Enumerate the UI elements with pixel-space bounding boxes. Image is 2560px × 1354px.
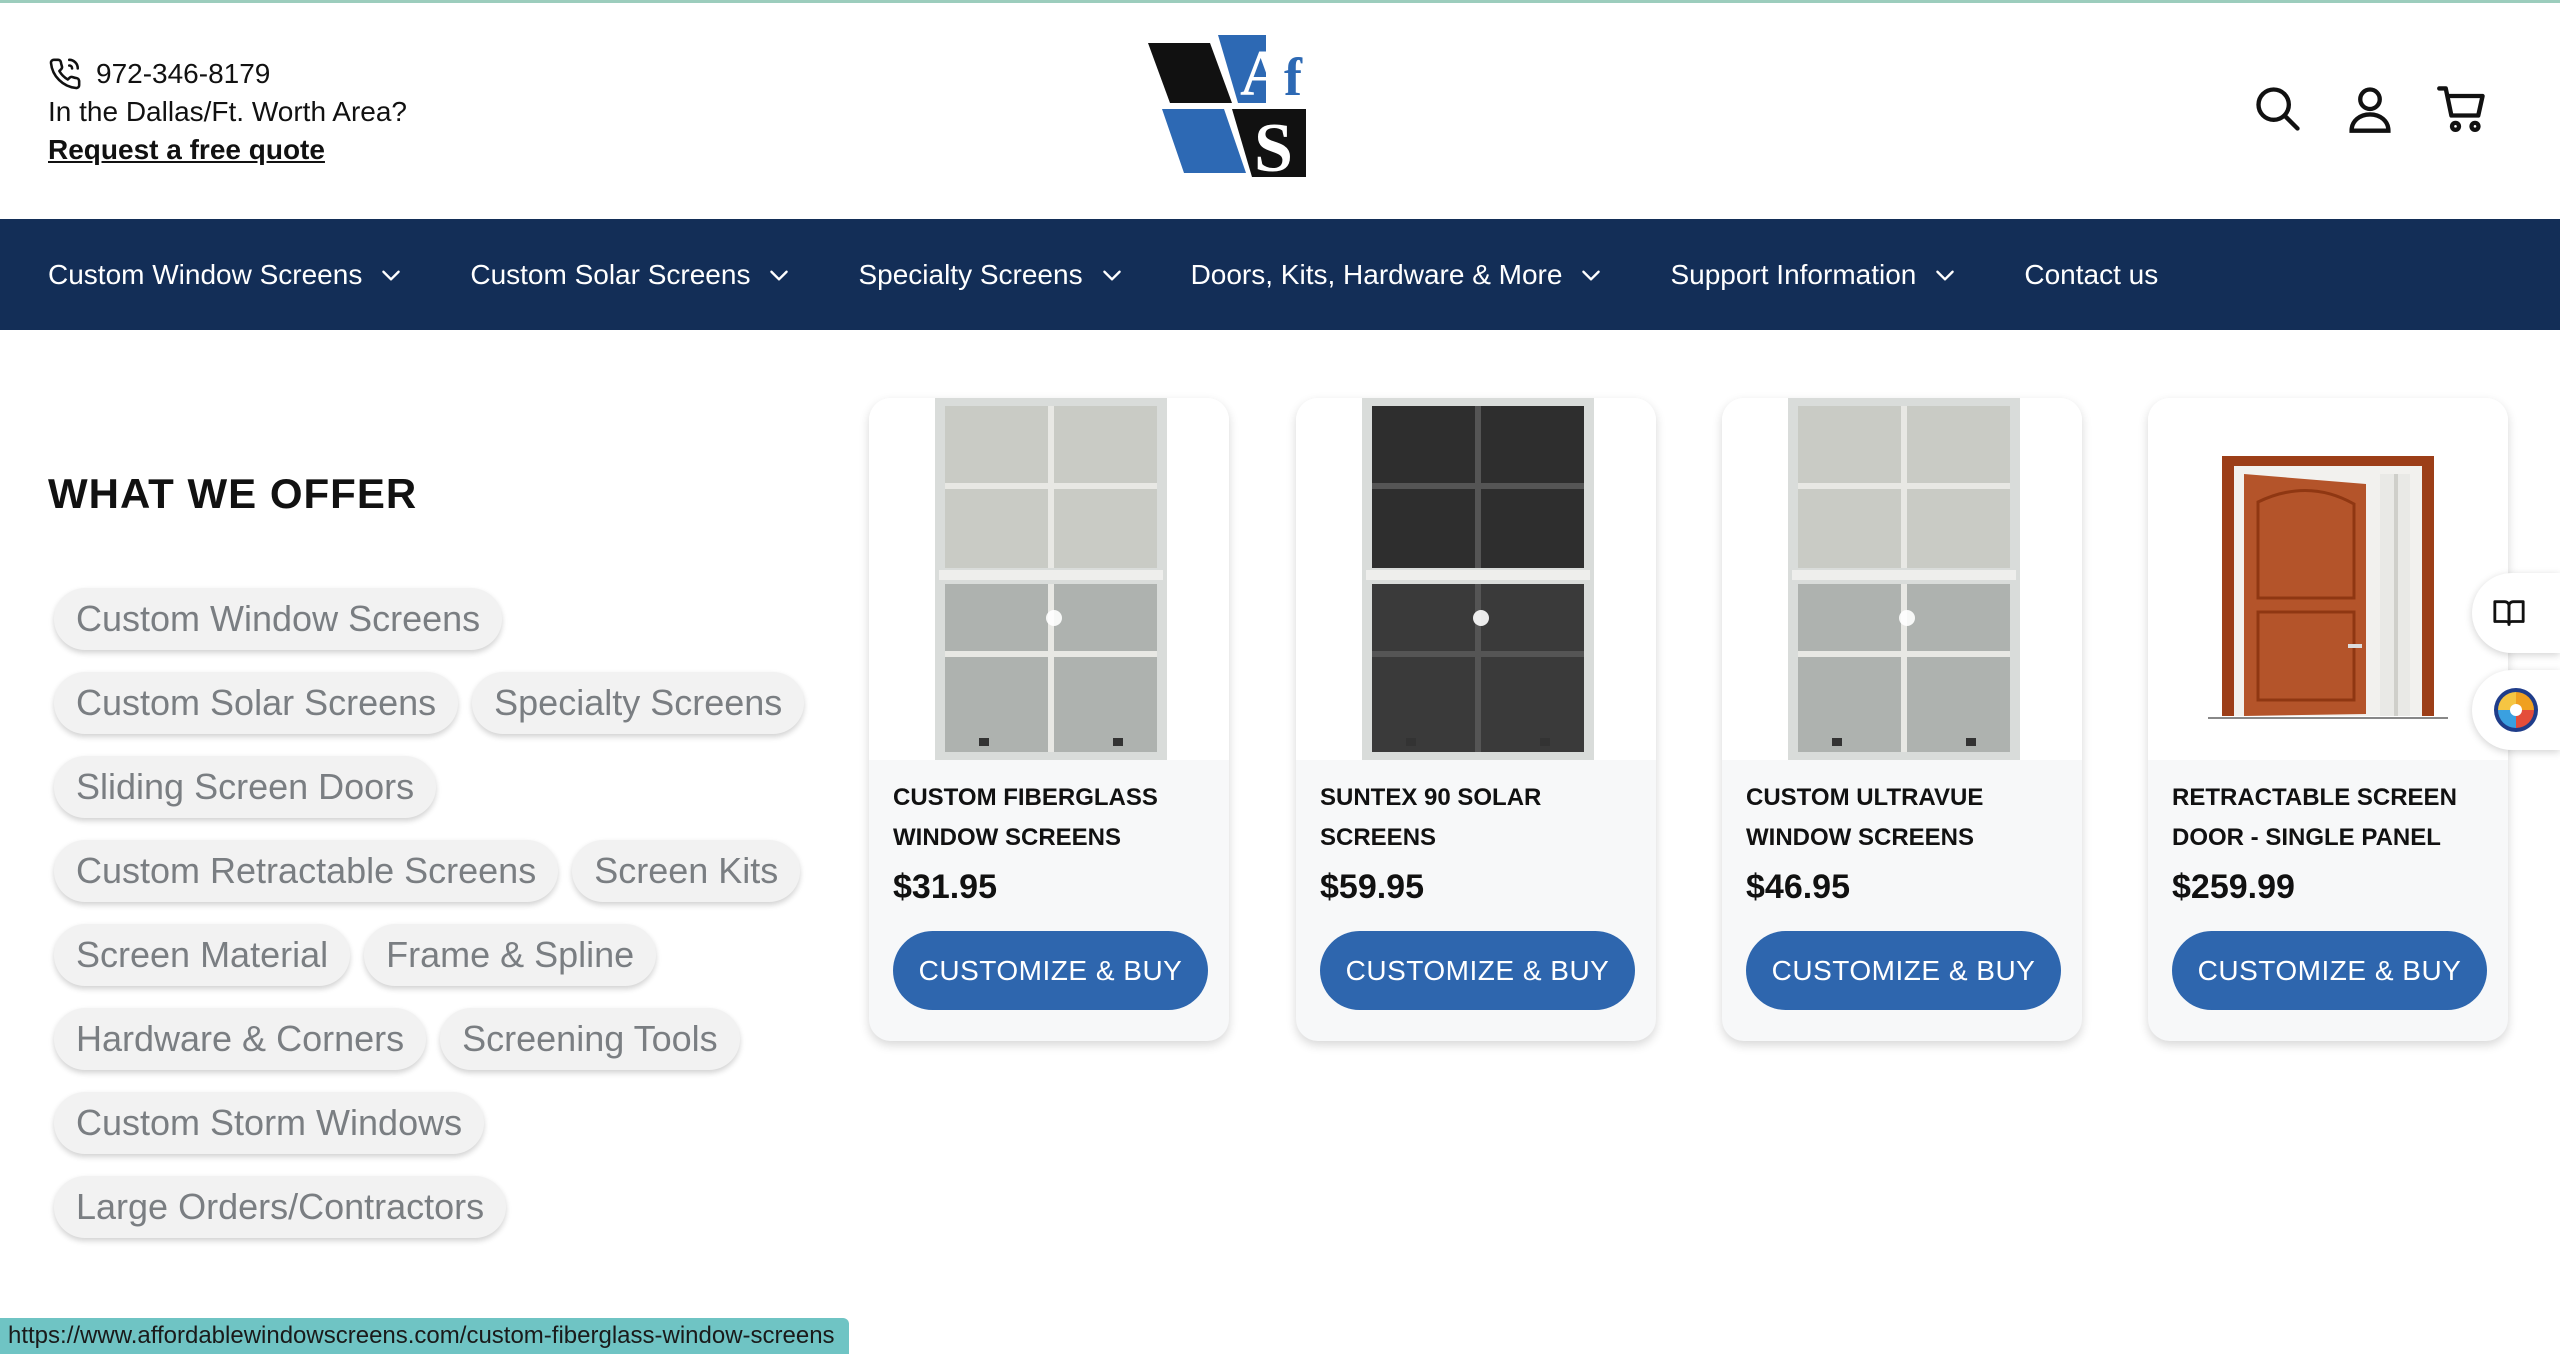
product-card[interactable]: RETRACTABLE SCREEN DOOR - SINGLE PANEL $2… bbox=[2148, 398, 2508, 1041]
pill-row: Sliding Screen Doors bbox=[54, 756, 834, 818]
pill-row: Screen Material Frame & Spline bbox=[54, 924, 834, 986]
offer-pill[interactable]: Large Orders/Contractors bbox=[54, 1176, 507, 1238]
nav-item-label: Doors, Kits, Hardware & More bbox=[1190, 258, 1563, 290]
nav-item[interactable]: Contact us bbox=[2024, 259, 2158, 291]
offer-pill[interactable]: Custom Retractable Screens bbox=[54, 840, 559, 902]
nav-item-label: Custom Solar Screens bbox=[470, 258, 751, 290]
product-card[interactable]: CUSTOM ULTRAVUE WINDOW SCREENS $46.95 CUST… bbox=[1722, 398, 2082, 1041]
offer-pill[interactable]: Screening Tools bbox=[440, 1008, 740, 1070]
product-image-wrap[interactable] bbox=[2148, 398, 2508, 760]
accessibility-icon bbox=[2494, 688, 2538, 732]
header-icons bbox=[2252, 83, 2488, 135]
cart-icon[interactable] bbox=[2436, 83, 2488, 135]
phone-icon bbox=[49, 58, 81, 90]
pill-row: Custom Storm Windows bbox=[54, 1092, 834, 1154]
site-header: 972-346-8179 In the Dallas/Ft. Worth Are… bbox=[0, 3, 2560, 219]
product-title[interactable]: RETRACTABLE SCREEN DOOR - SINGLE PANEL bbox=[2172, 778, 2492, 858]
chevron-down-icon bbox=[1582, 270, 1601, 281]
product-image-wrap[interactable] bbox=[1722, 398, 2082, 760]
status-bar-url: https://www.affordablewindowscreens.com/… bbox=[0, 1318, 849, 1354]
offer-pill[interactable]: Screen Material bbox=[54, 924, 351, 986]
nav-item[interactable]: Support Information bbox=[1670, 259, 1958, 291]
pill-row: Large Orders/Contractors bbox=[54, 1176, 834, 1238]
product-price: $259.99 bbox=[2172, 868, 2295, 906]
nav-item[interactable]: Doors, Kits, Hardware & More bbox=[1191, 259, 1605, 291]
product-card[interactable]: CUSTOM FIBERGLASS WINDOW SCREENS $31.95 CU… bbox=[869, 398, 1229, 1041]
pill-row: Custom Retractable Screens Screen Kits bbox=[54, 840, 834, 902]
search-icon[interactable] bbox=[2252, 83, 2304, 135]
product-image[interactable] bbox=[1296, 398, 1656, 760]
area-text: In the Dallas/Ft. Worth Area? bbox=[48, 96, 407, 127]
nav-item-label: Specialty Screens bbox=[858, 258, 1083, 290]
chevron-down-icon bbox=[1102, 270, 1121, 281]
customize-buy-button[interactable]: CUSTOMIZE & BUY bbox=[1746, 931, 2061, 1010]
product-title[interactable]: CUSTOM ULTRAVUE WINDOW SCREENS bbox=[1746, 778, 2066, 858]
product-image[interactable] bbox=[1722, 398, 2082, 760]
nav-item[interactable]: Custom Solar Screens bbox=[470, 259, 792, 291]
reader-button[interactable] bbox=[2472, 573, 2560, 653]
phone-number[interactable]: 972-346-8179 bbox=[96, 55, 270, 93]
customize-buy-button[interactable]: CUSTOMIZE & BUY bbox=[1320, 931, 1635, 1010]
what-we-offer-heading: WHAT WE OFFER bbox=[48, 470, 418, 517]
product-title[interactable]: CUSTOM FIBERGLASS WINDOW SCREENS bbox=[893, 778, 1213, 858]
offer-pill[interactable]: Custom Solar Screens bbox=[54, 672, 459, 734]
svg-text:f: f bbox=[1284, 47, 1303, 107]
nav-item[interactable]: Custom Window Screens bbox=[48, 259, 404, 291]
product-image[interactable] bbox=[2148, 398, 2508, 760]
phone-row[interactable]: 972-346-8179 bbox=[48, 55, 407, 93]
contact-block: 972-346-8179 In the Dallas/Ft. Worth Are… bbox=[48, 55, 407, 169]
chevron-down-icon bbox=[382, 270, 401, 281]
product-price: $31.95 bbox=[893, 868, 997, 906]
nav-item-label: Custom Window Screens bbox=[48, 258, 363, 290]
product-card[interactable]: SUNTEX 90 SOLAR SCREENS $59.95 CUSTOMIZE &… bbox=[1296, 398, 1656, 1041]
pill-row: Custom Solar Screens Specialty Screens bbox=[54, 672, 834, 734]
request-quote-link[interactable]: Request a free quote bbox=[48, 134, 325, 165]
nav-item-label: Support Information bbox=[1670, 258, 1917, 290]
offer-pill[interactable]: Specialty Screens bbox=[472, 672, 805, 734]
pill-row: Custom Window Screens bbox=[54, 588, 834, 650]
product-image[interactable] bbox=[869, 398, 1229, 760]
page: 972-346-8179 In the Dallas/Ft. Worth Are… bbox=[0, 0, 2560, 1354]
offer-pill[interactable]: Hardware & Corners bbox=[54, 1008, 427, 1070]
offer-pill[interactable]: Frame & Spline bbox=[364, 924, 657, 986]
chevron-down-icon bbox=[770, 270, 789, 281]
offer-pill[interactable]: Sliding Screen Doors bbox=[54, 756, 437, 818]
nav-item-label: Contact us bbox=[2024, 258, 2159, 290]
product-price: $46.95 bbox=[1746, 868, 1850, 906]
product-image-wrap[interactable] bbox=[1296, 398, 1656, 760]
pill-row: Hardware & Corners Screening Tools bbox=[54, 1008, 834, 1070]
customize-buy-button[interactable]: CUSTOMIZE & BUY bbox=[2172, 931, 2487, 1010]
product-price: $59.95 bbox=[1320, 868, 1424, 906]
product-image-wrap[interactable] bbox=[869, 398, 1229, 760]
svg-text:A: A bbox=[1240, 37, 1288, 110]
account-icon[interactable] bbox=[2344, 83, 2396, 135]
nav-item[interactable]: Specialty Screens bbox=[858, 259, 1124, 291]
main-nav: Custom Window Screens Custom Solar Screen… bbox=[0, 219, 2560, 330]
offer-pill[interactable]: Custom Window Screens bbox=[54, 588, 503, 650]
site-logo[interactable]: A f S bbox=[1148, 33, 1316, 177]
customize-buy-button[interactable]: CUSTOMIZE & BUY bbox=[893, 931, 1208, 1010]
svg-text:S: S bbox=[1254, 110, 1293, 177]
book-icon bbox=[2493, 600, 2525, 626]
offer-pill[interactable]: Custom Storm Windows bbox=[54, 1092, 485, 1154]
chevron-down-icon bbox=[1936, 270, 1955, 281]
offer-pill[interactable]: Screen Kits bbox=[572, 840, 801, 902]
offer-pill-list: Custom Window Screens Custom Solar Screen… bbox=[54, 588, 834, 1260]
product-title[interactable]: SUNTEX 90 SOLAR SCREENS bbox=[1320, 778, 1640, 858]
accessibility-button[interactable] bbox=[2472, 670, 2560, 750]
